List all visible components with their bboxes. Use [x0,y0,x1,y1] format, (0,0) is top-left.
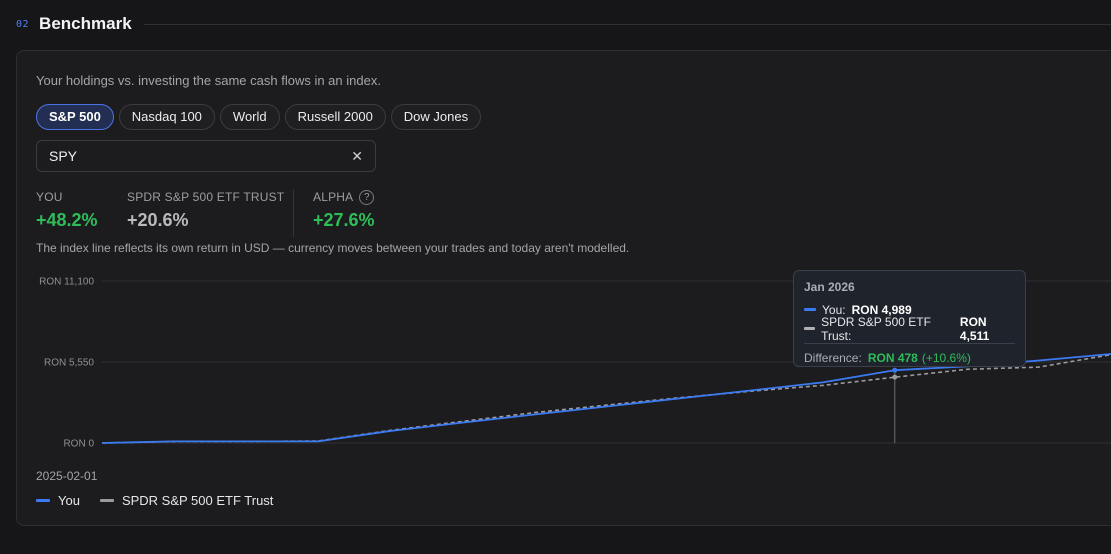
tooltip-row-difference: Difference: RON 478 (+10.6%) [804,349,1015,367]
tooltip-diff-label: Difference: [804,351,862,365]
hover-point-you [892,367,898,373]
benchmark-card: Your holdings vs. investing the same cas… [16,50,1111,526]
benchmark-chart[interactable]: RON 0 RON 5,550 RON 11,100 [17,51,1111,471]
tooltip-diff-value: RON 478 [867,351,918,365]
tooltip-index-value: RON 4,511 [959,314,990,343]
tooltip-row-index: SPDR S&P 500 ETF Trust: RON 4,511 [804,315,1015,343]
section-title: Benchmark [39,14,132,33]
y-tick-label-2: RON 11,100 [39,277,94,288]
tooltip-swatch-you [804,308,816,311]
hover-point-index [892,374,898,380]
legend-item-you[interactable]: You [36,493,80,508]
legend-item-index[interactable]: SPDR S&P 500 ETF Trust [99,493,274,508]
x-axis-start-label: 2025-02-01 [36,469,98,483]
tooltip-divider [804,343,1015,344]
legend-swatch-index [99,499,114,502]
tooltip-swatch-index [804,327,816,330]
tooltip-title: Jan 2026 [804,280,855,294]
section-header: 02 Benchmark [16,12,1111,36]
tooltip-index-label: SPDR S&P 500 ETF Trust: [821,314,931,343]
series-line-index [101,353,1111,444]
chart-legend: You SPDR S&P 500 ETF Trust [36,493,273,508]
legend-label-index: SPDR S&P 500 ETF Trust [121,493,274,508]
section-divider [143,23,1111,25]
y-tick-label-0: RON 0 [63,439,94,450]
section-number: 02 [16,18,30,30]
legend-label-you: You [58,493,80,508]
legend-swatch-you [36,499,50,502]
tooltip-diff-pct: (+10.6%) [921,351,971,365]
chart-tooltip: Jan 2026 You: RON 4,989 SPDR S&P 500 ETF… [793,270,1026,367]
y-tick-label-1: RON 5,550 [44,358,94,369]
series-line-you [101,353,1111,444]
